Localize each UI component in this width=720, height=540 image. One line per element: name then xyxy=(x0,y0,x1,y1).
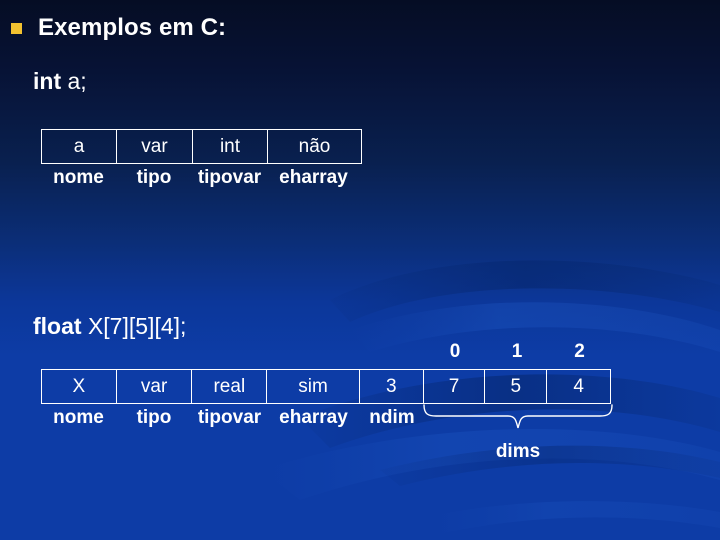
declaration-int: int a; xyxy=(33,70,87,93)
table-cell: 7 xyxy=(424,370,486,403)
table-cell: X xyxy=(42,370,117,403)
int-record-row: a var int não xyxy=(41,129,362,164)
dimension-index: 1 xyxy=(511,341,523,362)
field-label: tipo xyxy=(136,407,172,428)
table-cell: sim xyxy=(267,370,360,403)
dimension-index-labels: 0 1 2 xyxy=(424,342,611,361)
dims-caption: dims xyxy=(495,441,541,462)
field-label: nome xyxy=(53,167,104,188)
table-cell: var xyxy=(117,370,193,403)
table-cell: real xyxy=(192,370,268,403)
declaration-keyword: float xyxy=(33,313,88,339)
field-label: ndim xyxy=(369,407,415,428)
float-field-labels: nome tipo tipovar eharray ndim xyxy=(41,407,424,428)
declaration-expression: X[7][5][4]; xyxy=(87,313,187,339)
slide-canvas: Exemplos em C: int a; a var int não nome… xyxy=(0,0,720,540)
field-label: tipo xyxy=(136,167,172,188)
slide-title-row: Exemplos em C: xyxy=(0,6,720,50)
declaration-expression: a; xyxy=(67,68,87,94)
int-field-labels: nome tipo tipovar eharray xyxy=(41,167,362,188)
declaration-keyword: int xyxy=(33,68,68,94)
table-cell: 5 xyxy=(485,370,548,403)
field-label: eharray xyxy=(279,167,348,188)
declaration-float: float X[7][5][4]; xyxy=(33,315,186,338)
square-bullet-icon xyxy=(11,22,22,34)
table-cell: 3 xyxy=(360,370,424,403)
table-cell: a xyxy=(42,130,117,163)
dimension-index: 2 xyxy=(574,341,585,362)
table-cell: não xyxy=(298,135,331,157)
page-title: Exemplos em C: xyxy=(38,14,227,41)
field-label: tipovar xyxy=(197,407,262,428)
dimension-index: 0 xyxy=(449,341,461,362)
table-cell: 4 xyxy=(573,375,584,397)
dims-brace-icon xyxy=(423,404,613,429)
field-label: eharray xyxy=(279,407,348,428)
field-label: tipovar xyxy=(197,167,262,188)
float-record-row: X var real sim 3 7 5 4 xyxy=(41,369,611,404)
field-label: nome xyxy=(53,407,104,428)
table-cell: var xyxy=(117,130,193,163)
table-cell: int xyxy=(193,130,268,163)
